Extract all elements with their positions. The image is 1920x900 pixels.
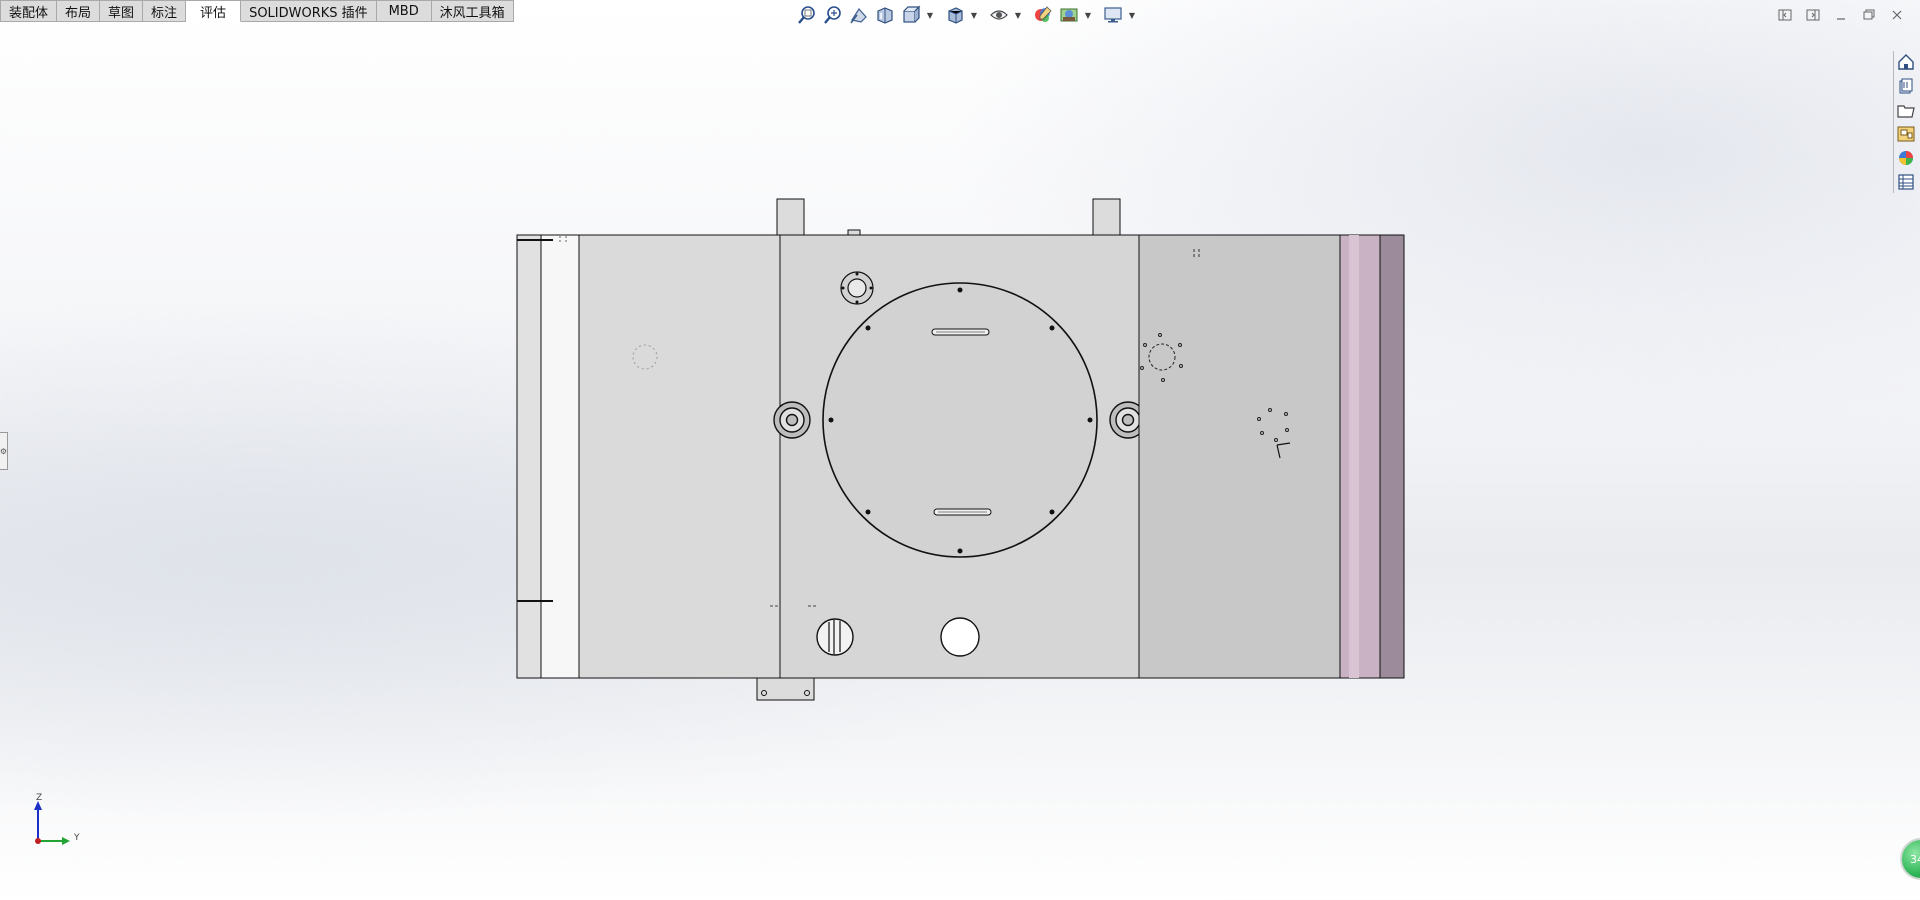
- flange-port: [840, 271, 874, 305]
- slot-top: [931, 328, 990, 336]
- center-panel: [770, 234, 1147, 679]
- right-end-plates: [1339, 234, 1405, 679]
- coordinate-triad: Z Y: [30, 793, 90, 848]
- right-panel: [1138, 234, 1341, 679]
- top-left-post: [776, 198, 805, 236]
- top-right-post: [1092, 198, 1121, 236]
- gauge-opening: [816, 618, 854, 656]
- z-axis-label: Z: [36, 793, 43, 803]
- round-opening: [940, 617, 980, 657]
- y-axis-label: Y: [74, 833, 80, 843]
- left-end-plate: [516, 234, 580, 679]
- left-panel: [578, 234, 781, 679]
- bottom-bracket: [756, 677, 815, 701]
- slot-bottom: [933, 508, 992, 516]
- left-knob: [773, 401, 811, 439]
- assembly-model-view[interactable]: [0, 0, 1920, 900]
- top-small-tab: [847, 229, 861, 236]
